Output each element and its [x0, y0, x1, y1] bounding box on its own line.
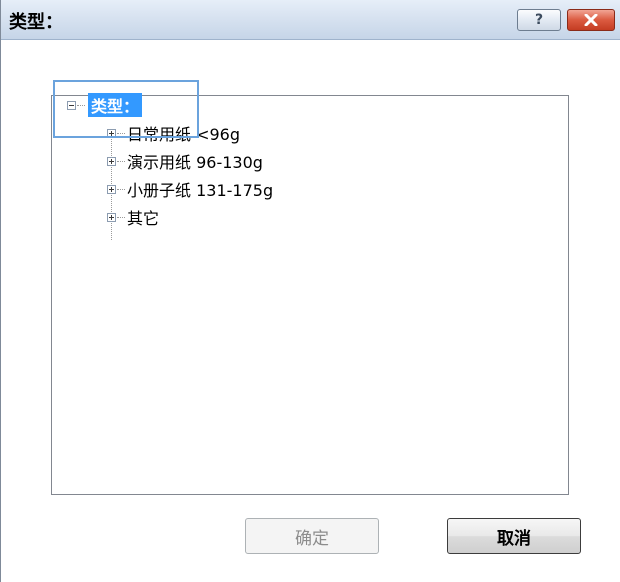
ok-button[interactable]: 确定 [245, 518, 379, 554]
tree-item-label[interactable]: 其它 [127, 205, 159, 229]
tree-item-other[interactable]: 其它 [107, 206, 159, 228]
cancel-button[interactable]: 取消 [447, 518, 581, 554]
expand-icon[interactable] [107, 128, 116, 138]
tree-connector [117, 216, 125, 218]
tree-item-label[interactable]: 小册子纸 131-175g [127, 177, 273, 201]
collapse-icon[interactable] [67, 100, 76, 110]
close-button[interactable] [567, 9, 615, 31]
tree-root-node[interactable]: 类型： [67, 93, 143, 117]
close-icon [584, 14, 598, 26]
expand-icon[interactable] [107, 184, 116, 194]
help-icon: ? [534, 12, 544, 28]
tree-connector [117, 188, 125, 190]
window-title: 类型： [9, 12, 63, 33]
tree-connector [117, 132, 125, 134]
tree-item-presentation-paper[interactable]: 演示用纸 96-130g [107, 150, 263, 172]
expand-icon[interactable] [107, 212, 116, 222]
tree-item-label[interactable]: 日常用纸 <96g [127, 121, 240, 145]
title-bar[interactable]: 类型： ? [1, 0, 620, 40]
tree-connector [77, 104, 85, 106]
tree-root-label[interactable]: 类型： [88, 93, 143, 117]
tree-item-label[interactable]: 演示用纸 96-130g [127, 149, 263, 173]
tree-item-everyday-paper[interactable]: 日常用纸 <96g [107, 122, 240, 144]
dialog-window: 类型： ? 类型： 日常用纸 <96g 演示用纸 96-130g 小册子纸 13… [0, 0, 620, 582]
help-button[interactable]: ? [517, 9, 561, 31]
expand-icon[interactable] [107, 156, 116, 166]
tree-connector [117, 160, 125, 162]
tree-item-brochure-paper[interactable]: 小册子纸 131-175g [107, 178, 273, 200]
